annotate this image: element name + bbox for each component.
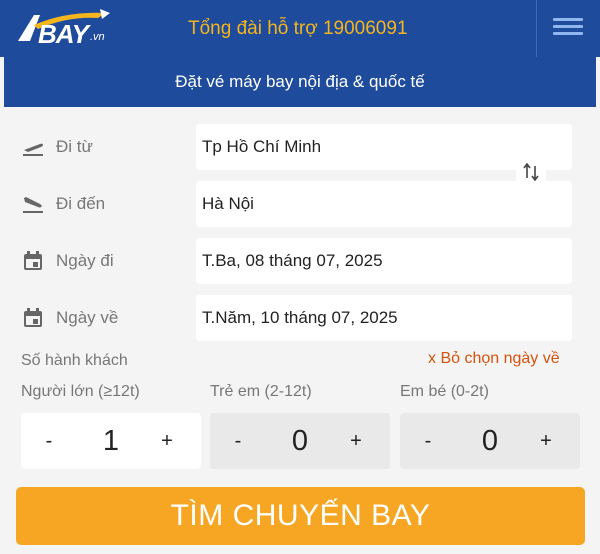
hamburger-menu-icon[interactable] bbox=[538, 0, 600, 57]
return-label-row: Ngày về bbox=[22, 295, 118, 341]
from-label-row: Đi từ bbox=[22, 124, 93, 170]
child-minus-button[interactable]: - bbox=[218, 413, 258, 469]
child-count: 0 bbox=[291, 425, 309, 457]
child-stepper: - 0 + bbox=[210, 413, 390, 469]
calendar-icon bbox=[22, 250, 44, 272]
to-field[interactable]: Hà Nội bbox=[196, 181, 572, 227]
infant-plus-button[interactable]: + bbox=[526, 413, 566, 469]
abay-logo[interactable]: BAY .vn bbox=[14, 7, 114, 49]
search-flights-button[interactable]: TÌM CHUYẾN BAY bbox=[16, 487, 585, 545]
logo-suffix: .vn bbox=[90, 31, 105, 43]
depart-date-field[interactable]: T.Ba, 08 tháng 07, 2025 bbox=[196, 238, 572, 284]
to-label-row: Đi đến bbox=[22, 181, 105, 227]
from-label: Đi từ bbox=[56, 137, 93, 156]
calendar-icon bbox=[22, 307, 44, 329]
adult-stepper: - 1 + bbox=[21, 413, 201, 469]
return-label: Ngày về bbox=[56, 308, 119, 327]
adult-plus-button[interactable]: + bbox=[147, 413, 187, 469]
depart-label: Ngày đi bbox=[56, 251, 114, 270]
depart-label-row: Ngày đi bbox=[22, 238, 114, 284]
to-label: Đi đến bbox=[56, 194, 106, 213]
infant-count: 0 bbox=[481, 425, 499, 457]
infant-minus-button[interactable]: - bbox=[408, 413, 448, 469]
child-plus-button[interactable]: + bbox=[336, 413, 376, 469]
adult-label: Người lớn (≥12t) bbox=[21, 383, 140, 400]
page-subtitle: Đặt vé máy bay nội địa & quốc tế bbox=[4, 57, 596, 107]
adult-count: 1 bbox=[102, 425, 120, 457]
infant-stepper: - 0 + bbox=[400, 413, 580, 469]
infant-label: Em bé (0-2t) bbox=[400, 383, 489, 400]
top-bar: BAY .vn Tổng đài hỗ trợ 19006091 bbox=[0, 0, 600, 57]
menu-divider bbox=[536, 0, 537, 57]
return-date-field[interactable]: T.Năm, 10 tháng 07, 2025 bbox=[196, 295, 572, 341]
passenger-count-title: Số hành khách bbox=[21, 352, 128, 369]
hotline-text[interactable]: Tổng đài hỗ trợ 19006091 bbox=[188, 18, 408, 40]
plane-takeoff-icon bbox=[22, 136, 44, 158]
clear-return-date-link[interactable]: x Bỏ chọn ngày về bbox=[428, 350, 560, 368]
plane-landing-icon bbox=[22, 193, 44, 215]
logo-text: BAY bbox=[38, 19, 89, 49]
child-label: Trẻ em (2-12t) bbox=[210, 383, 312, 400]
flight-search-form: Đi từ Tp Hồ Chí Minh Đi đến Hà Nội Ngày … bbox=[4, 107, 596, 554]
adult-minus-button[interactable]: - bbox=[29, 413, 69, 469]
